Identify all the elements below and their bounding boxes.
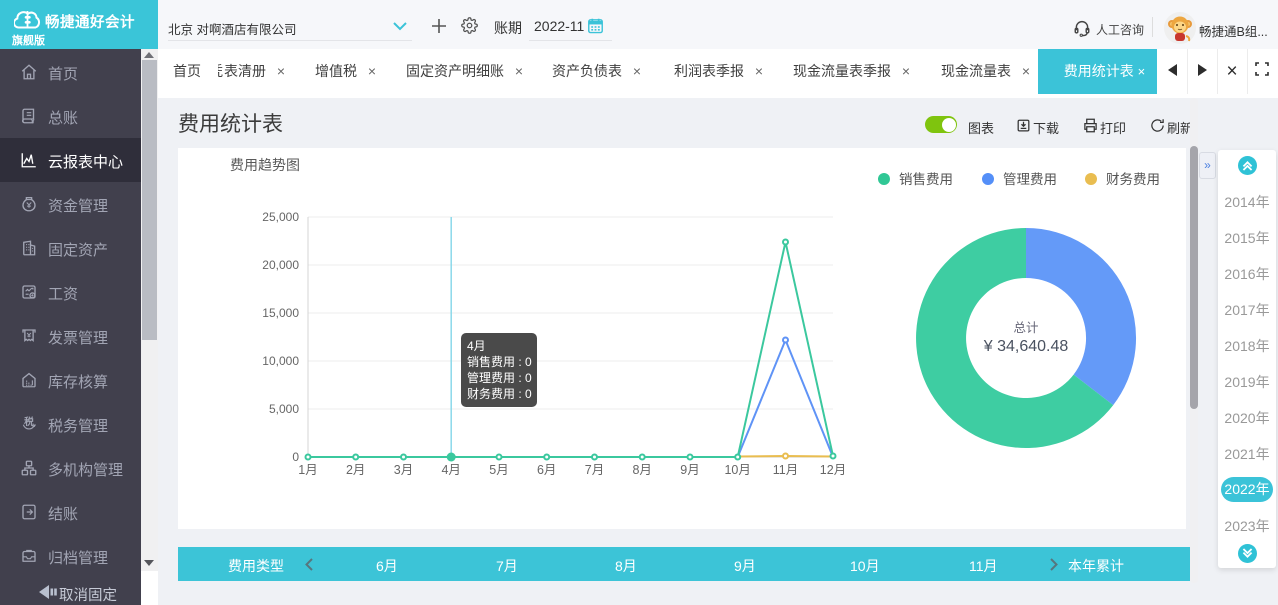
- svg-text:2月: 2月: [346, 463, 365, 477]
- svg-text:4月: 4月: [441, 463, 460, 477]
- svg-text:5,000: 5,000: [269, 402, 299, 416]
- svg-text:10月: 10月: [724, 463, 750, 477]
- svg-text:20,000: 20,000: [262, 258, 299, 272]
- svg-text:5月: 5月: [489, 463, 508, 477]
- svg-text:管理费用: 管理费用: [1003, 172, 1057, 187]
- svg-text:费用趋势图: 费用趋势图: [230, 157, 300, 173]
- svg-text:销售费用 : 0: 销售费用 : 0: [467, 354, 532, 369]
- svg-text:6月: 6月: [537, 463, 556, 477]
- svg-text:销售费用: 销售费用: [899, 172, 953, 187]
- svg-text:9月: 9月: [680, 463, 699, 477]
- svg-text:总计: 总计: [1013, 321, 1038, 335]
- svg-text:25,000: 25,000: [262, 210, 299, 224]
- svg-text:管理费用 : 0: 管理费用 : 0: [467, 370, 532, 385]
- svg-text:11月: 11月: [773, 463, 798, 477]
- svg-text:12月: 12月: [820, 463, 846, 477]
- svg-text:财务费用: 财务费用: [1106, 172, 1160, 187]
- svg-text:4月: 4月: [467, 339, 486, 353]
- svg-text:0: 0: [292, 450, 299, 464]
- svg-text:15,000: 15,000: [262, 306, 299, 320]
- svg-text:3月: 3月: [394, 463, 413, 477]
- svg-text:1月: 1月: [298, 463, 317, 477]
- svg-text:7月: 7月: [585, 463, 604, 477]
- svg-text:财务费用 : 0: 财务费用 : 0: [467, 386, 532, 401]
- svg-text:¥ 34,640.48: ¥ 34,640.48: [983, 338, 1069, 355]
- svg-text:10,000: 10,000: [262, 354, 299, 368]
- svg-text:8月: 8月: [632, 463, 651, 477]
